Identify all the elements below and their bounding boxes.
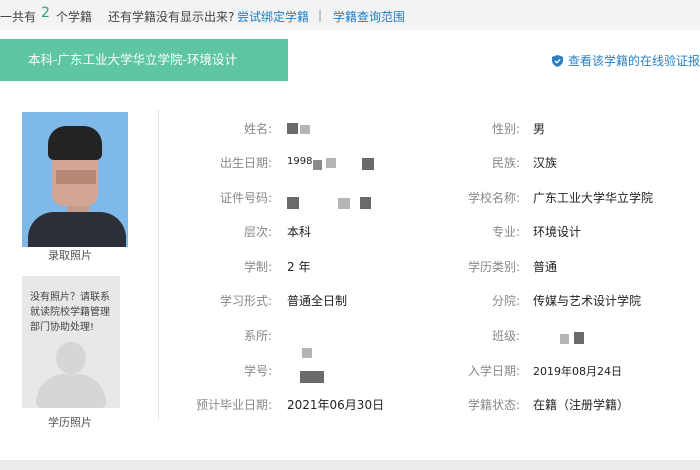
footer-strip bbox=[0, 460, 700, 470]
redacted-block bbox=[302, 348, 312, 358]
field-value: 普通全日制 bbox=[287, 294, 348, 308]
degree-photo-label: 学历照片 bbox=[48, 416, 92, 429]
field-label: 学校名称: bbox=[467, 191, 520, 205]
redacted-block bbox=[313, 160, 322, 170]
field-label: 层次: bbox=[243, 225, 272, 239]
shield-icon bbox=[551, 54, 563, 67]
field-value: 2 年 bbox=[287, 260, 311, 274]
count-suffix: 个学籍 bbox=[56, 10, 93, 24]
redacted-block bbox=[300, 371, 324, 383]
field-value: 环境设计 bbox=[533, 225, 582, 239]
field-label: 学号: bbox=[243, 364, 272, 378]
field-label: 学历类别: bbox=[467, 260, 520, 274]
redacted-block bbox=[338, 198, 350, 209]
redacted-block bbox=[300, 125, 310, 134]
field-label: 民族: bbox=[491, 156, 520, 170]
field-value: 在籍（注册学籍） bbox=[533, 398, 630, 412]
avatar-body bbox=[36, 374, 106, 408]
field-value: 2019年08月24日 bbox=[533, 365, 622, 378]
redacted-block bbox=[560, 334, 569, 344]
record-title-banner: 本科-广东工业大学华立学院-环境设计 bbox=[0, 39, 288, 81]
redacted-block bbox=[326, 158, 336, 168]
vertical-divider bbox=[158, 110, 159, 420]
avatar-head bbox=[56, 342, 86, 374]
redacted-block bbox=[360, 197, 371, 209]
field-value: 传媒与艺术设计学院 bbox=[533, 294, 642, 308]
field-value: 1998. bbox=[287, 156, 316, 167]
record-card: 本科-广东工业大学华立学院-环境设计 查看该学籍的在线验证报 录取照片 没有照片… bbox=[0, 30, 700, 470]
redacted-block bbox=[287, 123, 298, 134]
degree-photo-placeholder: 没有照片？请联系就读院校学籍管理部门协助处理! bbox=[22, 276, 120, 408]
record-count: 2 bbox=[41, 5, 50, 21]
online-verification-link[interactable]: 查看该学籍的在线验证报 bbox=[551, 52, 700, 69]
redacted-block bbox=[362, 158, 374, 170]
field-label: 入学日期: bbox=[467, 364, 520, 378]
separator: | bbox=[318, 8, 323, 22]
field-value: 2021年06月30日 bbox=[287, 398, 385, 412]
admission-photo bbox=[22, 112, 128, 247]
query-scope-link[interactable]: 学籍查询范围 bbox=[333, 8, 405, 25]
field-label: 预计毕业日期: bbox=[195, 398, 272, 412]
top-summary-bar: 一共有 2 个学籍 还有学籍没有显示出来? 尝试绑定学籍 | 学籍查询范围 bbox=[0, 0, 700, 30]
redacted-block bbox=[574, 332, 584, 344]
field-label: 班级: bbox=[491, 329, 520, 343]
field-label: 学籍状态: bbox=[467, 398, 520, 412]
field-label: 专业: bbox=[491, 225, 520, 239]
field-label: 系所: bbox=[243, 329, 272, 343]
no-photo-message: 没有照片？请联系就读院校学籍管理部门协助处理! bbox=[30, 292, 110, 333]
bind-record-link[interactable]: 尝试绑定学籍 bbox=[237, 8, 309, 25]
field-label: 性别: bbox=[491, 122, 520, 136]
field-label: 分院: bbox=[491, 294, 520, 308]
field-value: 普通 bbox=[533, 260, 558, 274]
field-label: 出生日期: bbox=[219, 156, 272, 170]
field-label: 学习形式: bbox=[219, 294, 272, 308]
field-value: 男 bbox=[533, 122, 546, 136]
verification-label: 查看该学籍的在线验证报 bbox=[567, 54, 700, 68]
field-label: 姓名: bbox=[243, 122, 272, 136]
missing-question: 还有学籍没有显示出来? bbox=[108, 10, 235, 24]
redacted-block bbox=[287, 197, 299, 209]
field-value: 广东工业大学华立学院 bbox=[533, 191, 654, 205]
count-prefix: 一共有 bbox=[0, 10, 37, 24]
field-value: 汉族 bbox=[533, 156, 558, 170]
field-label: 学制: bbox=[243, 260, 272, 274]
admission-photo-label: 录取照片 bbox=[48, 249, 92, 262]
field-value: 本科 bbox=[287, 225, 312, 239]
field-label: 证件号码: bbox=[219, 191, 272, 205]
